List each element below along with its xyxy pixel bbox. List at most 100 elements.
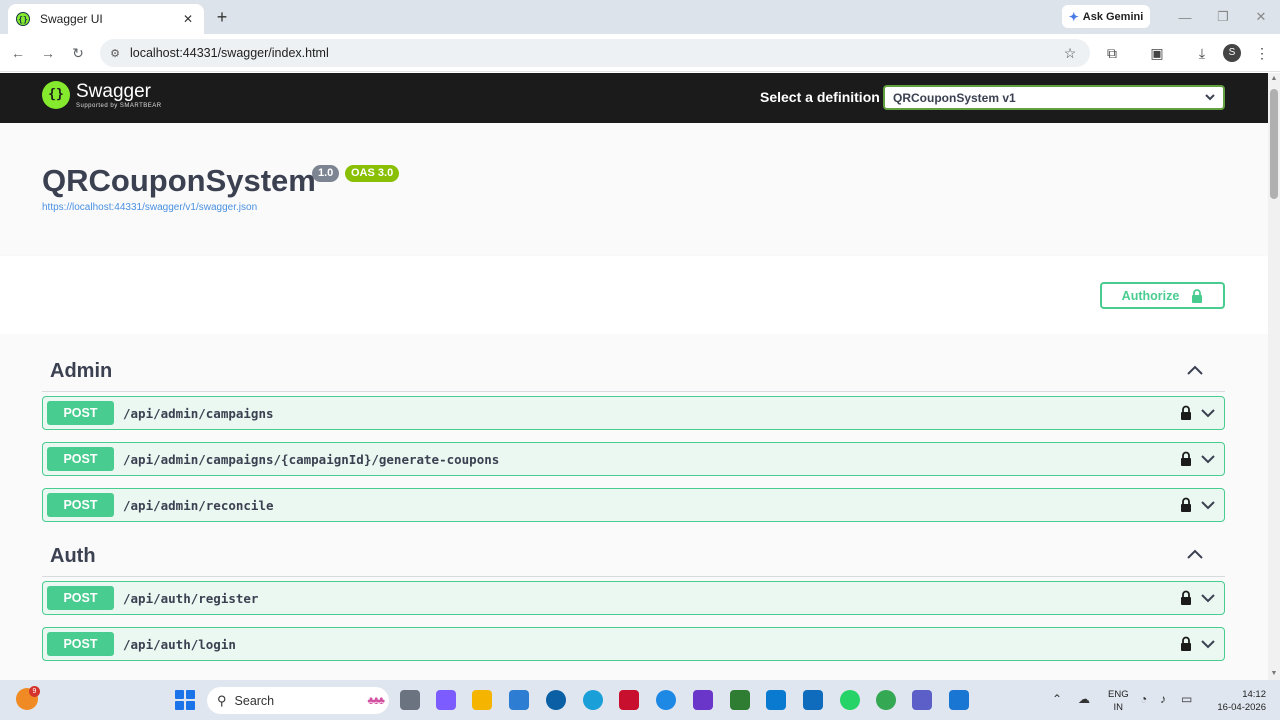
scheme-container bbox=[0, 256, 1268, 334]
swagger-logo[interactable]: {} Swagger Supported by SMARTBEAR bbox=[42, 81, 162, 109]
outlook-icon[interactable] bbox=[803, 690, 823, 710]
task-view-icon[interactable] bbox=[400, 690, 420, 710]
microsoft-store-icon[interactable] bbox=[509, 690, 529, 710]
windows-start-icon[interactable] bbox=[175, 690, 195, 710]
notepad-plus-plus-icon[interactable] bbox=[730, 690, 750, 710]
tag-divider bbox=[42, 391, 1225, 392]
lock-icon[interactable] bbox=[1180, 405, 1192, 420]
gemini-sparkle-icon: ✦ bbox=[1068, 9, 1079, 24]
address-bar[interactable]: ⚙ localhost:44331/swagger/index.html bbox=[100, 39, 1090, 67]
chrome-icon[interactable] bbox=[876, 690, 896, 710]
unlocked-icon bbox=[1192, 288, 1203, 303]
method-badge: POST bbox=[47, 447, 114, 471]
chevron-down-icon[interactable] bbox=[1200, 592, 1216, 604]
chevron-up-icon[interactable]: ⌃ bbox=[1052, 692, 1062, 706]
restore-icon[interactable]: ❐ bbox=[1204, 9, 1242, 25]
system-clock[interactable]: 14:12 16-04-2026 bbox=[1204, 688, 1266, 714]
cloud-sync-icon[interactable]: ☁ bbox=[1078, 692, 1090, 706]
definition-select[interactable]: QRCouponSystem v1 bbox=[883, 85, 1225, 110]
bookmark-star-icon[interactable]: ☆ bbox=[1060, 44, 1080, 62]
forward-arrow-icon[interactable]: → bbox=[38, 43, 58, 63]
operation-row[interactable]: POST /api/auth/login bbox=[42, 627, 1225, 661]
chevron-up-icon[interactable] bbox=[1186, 548, 1204, 560]
notepad-icon[interactable] bbox=[949, 690, 969, 710]
authorize-button[interactable]: Authorize bbox=[1100, 282, 1225, 309]
copilot-icon[interactable] bbox=[436, 690, 456, 710]
battery-icon[interactable]: ▭ bbox=[1181, 692, 1192, 706]
operation-row[interactable]: POST /api/admin/reconcile bbox=[42, 488, 1225, 522]
help-icon[interactable] bbox=[583, 690, 603, 710]
wifi-icon[interactable]: ◔ bbox=[1140, 692, 1147, 706]
clock-date: 16-04-2026 bbox=[1217, 702, 1266, 713]
language-indicator[interactable]: ENG IN bbox=[1108, 688, 1129, 714]
search-highlight-flowers-icon: ♣♣♣ bbox=[367, 694, 385, 707]
window-controls: — ❐ ✕ bbox=[1166, 0, 1280, 34]
search-icon: ⚲ bbox=[217, 692, 227, 708]
lock-icon[interactable] bbox=[1180, 590, 1192, 605]
definition-select-value: QRCouponSystem v1 bbox=[893, 90, 1016, 105]
clock-time: 14:12 bbox=[1242, 689, 1266, 700]
download-icon[interactable]: ⤓ bbox=[1192, 44, 1212, 62]
whatsapp-icon[interactable] bbox=[840, 690, 860, 710]
swagger-favicon-icon: {} bbox=[16, 12, 30, 26]
url-text[interactable]: localhost:44331/swagger/index.html bbox=[130, 46, 1090, 60]
scroll-down-icon[interactable]: ▼ bbox=[1268, 668, 1280, 680]
authorize-label: Authorize bbox=[1121, 288, 1180, 303]
close-tab-icon[interactable]: ✕ bbox=[180, 12, 196, 26]
tag-divider bbox=[42, 576, 1225, 577]
reload-icon[interactable]: ↻ bbox=[68, 43, 88, 63]
extensions-icon[interactable]: ⧉ bbox=[1102, 44, 1122, 62]
operation-path: /api/admin/reconcile bbox=[123, 498, 274, 513]
edge-icon[interactable] bbox=[656, 690, 676, 710]
mcafee-icon[interactable] bbox=[619, 690, 639, 710]
ask-gemini-button[interactable]: ✦ Ask Gemini bbox=[1062, 5, 1150, 28]
lock-icon[interactable] bbox=[1180, 497, 1192, 512]
api-title: QRCouponSystem bbox=[42, 163, 316, 198]
scroll-up-icon[interactable]: ▲ bbox=[1268, 73, 1280, 85]
vscode-icon[interactable] bbox=[766, 690, 786, 710]
spec-url-link[interactable]: https://localhost:44331/swagger/v1/swagg… bbox=[42, 202, 257, 213]
scroll-thumb[interactable] bbox=[1270, 89, 1278, 199]
chevron-down-icon[interactable] bbox=[1200, 499, 1216, 511]
method-badge: POST bbox=[47, 632, 114, 656]
method-badge: POST bbox=[47, 493, 114, 517]
new-tab-button[interactable]: + bbox=[212, 7, 232, 27]
tag-admin-title[interactable]: Admin bbox=[50, 360, 112, 383]
tab-swagger-ui[interactable]: {} Swagger UI ✕ bbox=[8, 4, 204, 34]
lock-icon[interactable] bbox=[1180, 451, 1192, 466]
chevron-down-icon[interactable] bbox=[1200, 407, 1216, 419]
language-line-2: IN bbox=[1113, 702, 1124, 713]
back-arrow-icon[interactable]: ← bbox=[8, 43, 28, 63]
browser-toolbar: ← → ↻ ⚙ localhost:44331/swagger/index.ht… bbox=[0, 34, 1280, 72]
chevron-up-icon[interactable] bbox=[1186, 364, 1204, 376]
taskbar-search-placeholder: Search bbox=[234, 693, 275, 708]
page-scrollbar[interactable]: ▲ ▼ bbox=[1268, 73, 1280, 680]
chevron-down-icon[interactable] bbox=[1200, 453, 1216, 465]
tab-title: Swagger UI bbox=[40, 12, 103, 26]
lock-icon[interactable] bbox=[1180, 636, 1192, 651]
tag-auth-title[interactable]: Auth bbox=[50, 545, 96, 568]
hp-icon[interactable] bbox=[546, 690, 566, 710]
teams-icon[interactable] bbox=[912, 690, 932, 710]
taskbar-search-box[interactable]: ⚲ Search ♣♣♣ bbox=[207, 687, 389, 714]
profile-avatar[interactable]: S bbox=[1223, 44, 1241, 62]
oas-badge: OAS 3.0 bbox=[345, 165, 400, 182]
swagger-logo-name: Swagger bbox=[76, 80, 151, 102]
tab-search-icon[interactable]: ▣ bbox=[1147, 44, 1167, 62]
notification-badge: 9 bbox=[29, 686, 40, 697]
chevron-down-icon bbox=[1205, 94, 1215, 101]
chevron-down-icon[interactable] bbox=[1200, 638, 1216, 650]
operation-row[interactable]: POST /api/admin/campaigns/{campaignId}/g… bbox=[42, 442, 1225, 476]
visual-studio-icon[interactable] bbox=[693, 690, 713, 710]
method-badge: POST bbox=[47, 586, 114, 610]
site-settings-icon[interactable]: ⚙ bbox=[100, 47, 130, 60]
file-explorer-icon[interactable] bbox=[472, 690, 492, 710]
more-menu-icon[interactable]: ⋮ bbox=[1252, 44, 1272, 62]
minimize-icon[interactable]: — bbox=[1166, 10, 1204, 25]
definition-label: Select a definition bbox=[760, 89, 880, 105]
operation-row[interactable]: POST /api/admin/campaigns bbox=[42, 396, 1225, 430]
close-window-icon[interactable]: ✕ bbox=[1242, 9, 1280, 25]
swagger-logo-text: Swagger Supported by SMARTBEAR bbox=[76, 80, 162, 109]
operation-row[interactable]: POST /api/auth/register bbox=[42, 581, 1225, 615]
volume-icon[interactable]: ♪ bbox=[1160, 692, 1166, 706]
